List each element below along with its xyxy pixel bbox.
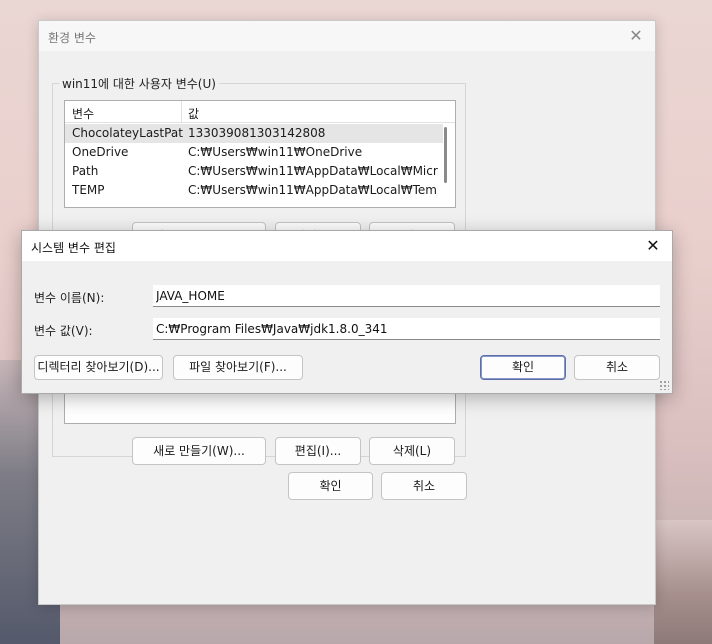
wallpaper-shore <box>654 520 712 644</box>
edit-system-variable-dialog: 시스템 변수 편집 ✕ 변수 이름(N): 변수 값(V): 디렉터리 찾아보기… <box>21 230 673 394</box>
edit-cancel-button[interactable]: 취소 <box>574 355 660 380</box>
browse-directory-button[interactable]: 디렉터리 찾아보기(D)... <box>34 355 163 380</box>
column-divider <box>181 101 182 123</box>
close-icon[interactable]: ✕ <box>625 25 647 47</box>
variable-value-input[interactable] <box>153 318 660 340</box>
system-delete-button[interactable]: 삭제(L) <box>369 437 455 465</box>
column-header-name[interactable]: 변수 <box>72 105 94 122</box>
close-icon[interactable]: ✕ <box>642 235 664 257</box>
row-name: OneDrive <box>72 145 129 159</box>
row-value: C:₩Users₩win11₩AppData₩Local₩Temp <box>188 183 438 197</box>
row-value: 133039081303142808 <box>188 126 326 140</box>
table-row[interactable]: ChocolateyLastPat... 133039081303142808 <box>65 124 443 143</box>
env-ok-button[interactable]: 확인 <box>288 472 373 500</box>
list-scrollbar[interactable] <box>444 127 447 183</box>
system-edit-button[interactable]: 편집(I)... <box>275 437 361 465</box>
edit-dialog-title: 시스템 변수 편집 <box>31 241 116 255</box>
variable-name-label: 변수 이름(N): <box>34 291 105 305</box>
edit-titlebar: 시스템 변수 편집 ✕ <box>22 231 672 261</box>
env-window-title: 환경 변수 <box>48 31 96 45</box>
row-value: C:₩Users₩win11₩OneDrive <box>188 145 363 159</box>
table-row[interactable]: OneDrive C:₩Users₩win11₩OneDrive <box>65 143 443 162</box>
row-name: TEMP <box>72 183 105 197</box>
row-name: ChocolateyLastPat... <box>72 126 184 140</box>
user-variables-list[interactable]: 변수 값 ChocolateyLastPat... 13303908130314… <box>64 100 456 208</box>
variable-name-input[interactable] <box>153 285 660 307</box>
table-row[interactable]: Path C:₩Users₩win11₩AppData₩Local₩Micros… <box>65 162 443 181</box>
edit-ok-button[interactable]: 확인 <box>480 355 566 380</box>
resize-grip-icon[interactable] <box>659 380 669 390</box>
list-header: 변수 값 <box>65 101 455 123</box>
table-row[interactable]: TEMP C:₩Users₩win11₩AppData₩Local₩Temp <box>65 181 443 200</box>
row-value: C:₩Users₩win11₩AppData₩Local₩Micros... <box>188 164 438 178</box>
variable-value-label: 변수 값(V): <box>34 324 93 338</box>
env-cancel-button[interactable]: 취소 <box>381 472 467 500</box>
column-header-value[interactable]: 값 <box>188 105 199 122</box>
browse-file-button[interactable]: 파일 찾아보기(F)... <box>173 355 303 380</box>
system-new-button[interactable]: 새로 만들기(W)... <box>132 437 266 465</box>
row-name: Path <box>72 164 99 178</box>
env-titlebar: 환경 변수 ✕ <box>39 21 655 51</box>
user-variables-label: win11에 대한 사용자 변수(U) <box>59 75 219 92</box>
